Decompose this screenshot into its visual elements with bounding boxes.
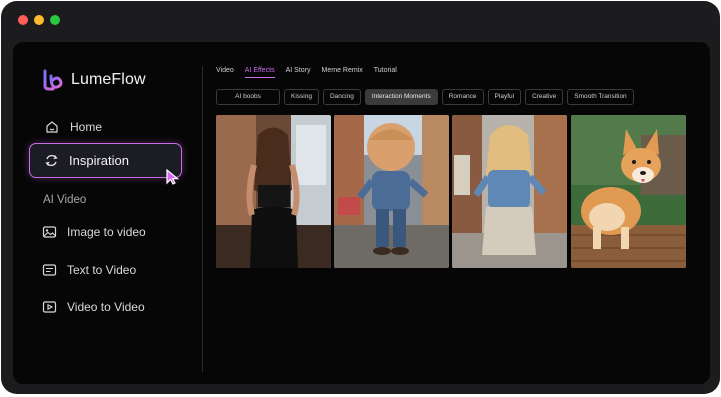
text-icon <box>40 261 58 279</box>
section-label-ai-video: AI Video <box>43 194 87 206</box>
tab-ai-effects[interactable]: AI Effects <box>244 67 275 78</box>
chip-kissing[interactable]: Kissing <box>284 89 319 105</box>
tab-meme-remix[interactable]: Meme Remix <box>322 67 363 78</box>
sidebar-item-label: Text to Video <box>67 263 137 277</box>
sidebar-item-home[interactable]: Home <box>43 118 102 136</box>
mouse-cursor-icon <box>166 169 180 185</box>
chip-interaction-moments[interactable]: Interaction Moments <box>364 89 438 105</box>
sidebar-item-label: Inspiration <box>69 152 129 168</box>
girl-denim-street-thumbnail[interactable] <box>452 115 567 268</box>
app-screen: LumeFlow Home Inspiration AI Video Image… <box>13 42 710 384</box>
woman-brick-wall-thumbnail[interactable] <box>216 115 331 268</box>
chip-smooth-transition[interactable]: Smooth Transition <box>567 89 634 105</box>
app-window: LumeFlow Home Inspiration AI Video Image… <box>1 1 720 394</box>
chip-ai-boobs[interactable]: AI boobs <box>216 89 280 105</box>
tab-ai-story[interactable]: AI Story <box>286 67 311 78</box>
tab-video[interactable]: Video <box>216 67 234 78</box>
minimize-window-button[interactable] <box>34 15 44 25</box>
sidebar-item-video-to-video[interactable]: Video to Video <box>40 298 145 316</box>
chip-romance[interactable]: Romance <box>441 89 484 105</box>
video-icon <box>40 298 58 316</box>
maximize-window-button[interactable] <box>50 15 60 25</box>
corgi-dog-thumbnail[interactable] <box>571 115 686 268</box>
sidebar-item-label: Home <box>70 120 103 134</box>
sidebar-item-label: Video to Video <box>67 300 145 314</box>
sidebar-item-inspiration-content[interactable]: Inspiration <box>42 151 129 169</box>
sidebar-divider <box>202 66 203 372</box>
chip-creative[interactable]: Creative <box>525 89 564 105</box>
sidebar-item-text-to-video[interactable]: Text to Video <box>40 261 136 279</box>
tab-tutorial[interactable]: Tutorial <box>374 67 397 78</box>
close-window-button[interactable] <box>18 15 28 25</box>
sidebar-item-label: Image to video <box>67 225 146 239</box>
chip-playful[interactable]: Playful <box>487 89 522 105</box>
chip-dancing[interactable]: Dancing <box>322 89 361 105</box>
image-icon <box>40 223 58 241</box>
refresh-icon <box>42 151 60 169</box>
lumeflow-logo-icon <box>43 69 63 91</box>
category-tabs: Video AI Effects AI Story Meme Remix Tut… <box>216 67 408 78</box>
home-icon <box>43 118 61 136</box>
app-name: LumeFlow <box>71 71 146 88</box>
sidebar-item-image-to-video[interactable]: Image to video <box>40 223 146 241</box>
filter-chips: AI boobs Kissing Dancing Interaction Mom… <box>216 89 638 105</box>
cartoon-child-street-thumbnail[interactable] <box>334 115 449 268</box>
